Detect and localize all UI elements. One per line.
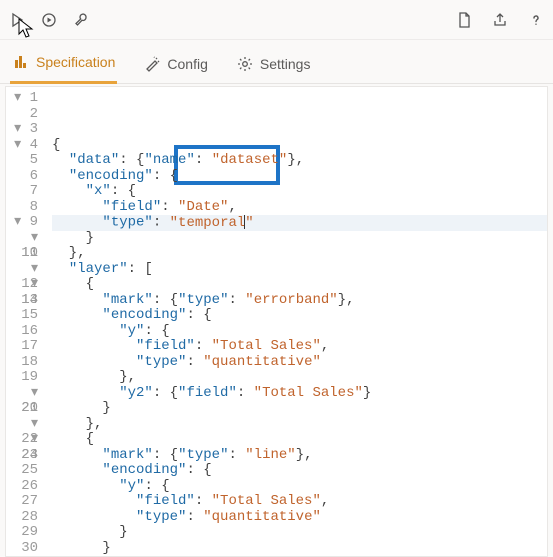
- line-number: ▾ 4: [6, 138, 38, 154]
- code-line[interactable]: {: [52, 432, 547, 448]
- code-line[interactable]: "x": {: [52, 184, 547, 200]
- line-number: ▾ 1: [6, 91, 38, 107]
- toolbar: [0, 0, 553, 40]
- code-line[interactable]: "layer": [: [52, 262, 547, 278]
- line-gutter: ▾ 12▾ 3▾ 45678▾ 9▾ 1011▾ 12▾ 13141516171…: [6, 87, 48, 556]
- line-number: 14: [6, 293, 38, 309]
- code-line[interactable]: }: [52, 541, 547, 557]
- code-line[interactable]: "type": "quantitative": [52, 510, 547, 526]
- line-number: 27: [6, 494, 38, 510]
- line-number: ▾ 3: [6, 122, 38, 138]
- code-line[interactable]: "mark": {"type": "line"},: [52, 448, 547, 464]
- line-number: ▾ 20: [6, 386, 38, 402]
- tabs: Specification Config Settings: [0, 40, 553, 84]
- share-icon[interactable]: [491, 11, 509, 29]
- chart-icon: [12, 53, 30, 71]
- line-number: 18: [6, 355, 38, 371]
- line-number: 29: [6, 525, 38, 541]
- code-line[interactable]: },: [52, 370, 547, 386]
- code-line[interactable]: },: [52, 246, 547, 262]
- play-icon[interactable]: [8, 11, 26, 29]
- fold-icon[interactable]: ▾: [31, 276, 38, 292]
- line-number: 15: [6, 308, 38, 324]
- line-number: 11: [6, 246, 38, 262]
- tab-label: Specification: [36, 54, 115, 70]
- fold-icon[interactable]: ▾: [14, 137, 21, 153]
- code-line[interactable]: "encoding": {: [52, 463, 547, 479]
- line-number: 2: [6, 107, 38, 123]
- help-icon[interactable]: [527, 11, 545, 29]
- code-line[interactable]: "encoding": {: [52, 169, 547, 185]
- line-number: 19: [6, 370, 38, 386]
- code-line[interactable]: "mark": {"type": "errorband"},: [52, 293, 547, 309]
- code-line[interactable]: "y": {: [52, 479, 547, 495]
- fold-icon[interactable]: ▾: [14, 121, 21, 137]
- line-number: 25: [6, 463, 38, 479]
- new-file-icon[interactable]: [455, 11, 473, 29]
- line-number: 30: [6, 541, 38, 557]
- code-line[interactable]: {: [52, 138, 547, 154]
- line-number: ▾ 9: [6, 215, 38, 231]
- line-number: 21: [6, 401, 38, 417]
- tab-label: Config: [167, 56, 207, 72]
- wrench-icon[interactable]: [72, 11, 90, 29]
- line-number: 16: [6, 324, 38, 340]
- fold-icon[interactable]: ▾: [31, 385, 38, 401]
- fold-icon[interactable]: ▾: [31, 230, 38, 246]
- tab-label: Settings: [260, 56, 311, 72]
- replay-icon[interactable]: [40, 11, 58, 29]
- line-number: 17: [6, 339, 38, 355]
- code-line[interactable]: "encoding": {: [52, 308, 547, 324]
- fold-icon[interactable]: ▾: [31, 416, 38, 432]
- code-line[interactable]: "field": "Date",: [52, 200, 547, 216]
- code-line[interactable]: "type": "temporal": [52, 215, 547, 231]
- text-caret: [244, 215, 245, 229]
- fold-icon[interactable]: ▾: [14, 214, 21, 230]
- code-line[interactable]: "y2": {"field": "Total Sales"}: [52, 386, 547, 402]
- code-line[interactable]: },: [52, 417, 547, 433]
- fold-icon[interactable]: ▾: [14, 90, 21, 106]
- line-number: 5: [6, 153, 38, 169]
- tab-specification[interactable]: Specification: [10, 43, 117, 84]
- line-number: ▾ 12: [6, 262, 38, 278]
- line-number: ▾ 10: [6, 231, 38, 247]
- tab-settings[interactable]: Settings: [234, 45, 313, 83]
- fold-icon[interactable]: ▾: [31, 261, 38, 277]
- code-editor[interactable]: ▾ 12▾ 3▾ 45678▾ 9▾ 1011▾ 12▾ 13141516171…: [5, 86, 548, 557]
- code-line[interactable]: "data": {"name": "dataset"},: [52, 153, 547, 169]
- code-line[interactable]: }: [52, 525, 547, 541]
- line-number: ▾ 22: [6, 417, 38, 433]
- code-line[interactable]: }: [52, 401, 547, 417]
- line-number: 7: [6, 184, 38, 200]
- code-line[interactable]: "type": "quantitative": [52, 355, 547, 371]
- code-line[interactable]: }: [52, 231, 547, 247]
- line-number: 24: [6, 448, 38, 464]
- code-area[interactable]: { "data": {"name": "dataset"}, "encoding…: [48, 87, 547, 556]
- line-number: 28: [6, 510, 38, 526]
- tab-config[interactable]: Config: [141, 45, 209, 83]
- code-line[interactable]: "field": "Total Sales",: [52, 494, 547, 510]
- wand-icon: [143, 55, 161, 73]
- line-number: 26: [6, 479, 38, 495]
- code-line[interactable]: "y": {: [52, 324, 547, 340]
- line-number: 8: [6, 200, 38, 216]
- code-line[interactable]: {: [52, 277, 547, 293]
- gear-icon: [236, 55, 254, 73]
- fold-icon[interactable]: ▾: [31, 431, 38, 447]
- line-number: 6: [6, 169, 38, 185]
- code-line[interactable]: "field": "Total Sales",: [52, 339, 547, 355]
